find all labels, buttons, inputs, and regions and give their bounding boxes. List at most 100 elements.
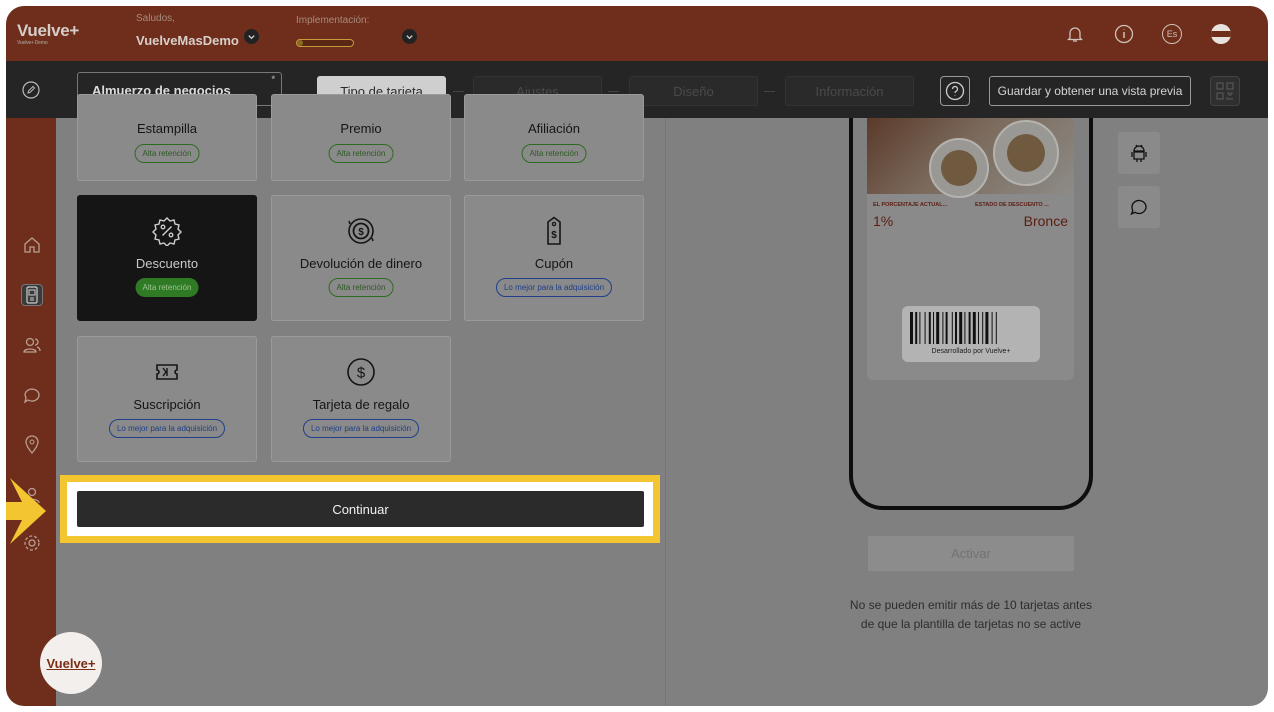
discount-icon: [78, 216, 256, 246]
barcode-bar: [995, 312, 997, 344]
chat-preview-button[interactable]: [1118, 186, 1160, 228]
implementation-progress-fill: [297, 40, 303, 46]
subscription-icon: [78, 357, 256, 387]
barcode-bar: [936, 312, 940, 344]
location-pin-icon: [25, 435, 39, 455]
card-type-prize[interactable]: Premio Alta retención: [271, 94, 451, 181]
sidebar: [6, 118, 56, 706]
card-type-title: Descuento: [135, 256, 199, 271]
user-avatar[interactable]: [1210, 23, 1232, 45]
step-design[interactable]: Diseño: [629, 76, 758, 106]
svg-text:$: $: [358, 227, 364, 238]
chevron-down-icon: [406, 35, 413, 40]
card-type-title: Afiliación: [527, 121, 581, 136]
card-type-badge: Lo mejor para la adquisición: [495, 278, 613, 297]
gift-card-icon: $: [272, 357, 450, 387]
card-type-badge: Alta retención: [135, 278, 199, 297]
sidebar-item-home[interactable]: [21, 234, 43, 256]
pass-field-value: 1%: [873, 213, 894, 229]
greeting-label: Saludos,: [136, 13, 175, 24]
step-information[interactable]: Información: [785, 76, 914, 106]
info-icon: [1114, 24, 1134, 44]
bell-icon: [1067, 27, 1083, 42]
pass-field-label: ESTADO DE DESCUENTO ...: [975, 202, 1049, 208]
pass-field-label: EL PORCENTAJE ACTUAL...: [873, 202, 948, 208]
barcode-bar: [964, 312, 966, 344]
chat-icon: [23, 388, 40, 404]
card-type-badge: Alta retención: [328, 278, 394, 297]
chevron-down-icon: [248, 35, 255, 40]
barcode-bar: [933, 312, 934, 344]
edit-button[interactable]: [22, 81, 40, 104]
avatar-image: [1211, 24, 1231, 44]
barcode-bar: [915, 312, 918, 344]
card-type-cashback[interactable]: $ Devolución de dinero Alta retención: [271, 195, 451, 321]
users-icon: [23, 337, 41, 353]
notifications-button[interactable]: [1064, 23, 1086, 45]
pointer-arrow-icon: [6, 478, 46, 544]
step-separator: [608, 91, 619, 92]
cashback-icon: $: [272, 216, 450, 246]
barcode-bar: [985, 312, 989, 344]
question-icon: [945, 81, 965, 101]
app-window: Vuelve+ Vuelve+ Demo Saludos, VuelveMasD…: [6, 6, 1268, 706]
barcode-bar: [972, 312, 976, 344]
barcode-bar: [945, 312, 948, 344]
card-type-badge: Lo mejor para la adquisición: [108, 419, 226, 438]
sidebar-item-customers[interactable]: [21, 334, 43, 356]
card-type-badge: Alta retención: [521, 144, 587, 163]
card-type-stamp[interactable]: Estampilla Alta retención: [77, 94, 257, 181]
barcode-bar: [955, 312, 957, 344]
card-type-membership[interactable]: Afiliación Alta retención: [464, 94, 644, 181]
account-name: VuelveMasDemo: [136, 33, 239, 48]
card-type-badge: Alta retención: [134, 144, 200, 163]
card-type-discount[interactable]: Descuento Alta retención: [77, 195, 257, 321]
card-type-subscription[interactable]: Suscripción Lo mejor para la adquisición: [77, 336, 257, 462]
barcode-caption: Desarrollado por Vuelve+: [931, 348, 1011, 355]
help-chat-logo[interactable]: Vuelve+: [40, 632, 102, 694]
speech-bubble-icon: [1130, 199, 1147, 216]
info-button[interactable]: [1113, 23, 1135, 45]
plate-food-shape: [941, 150, 977, 186]
step-separator: [453, 91, 464, 92]
barcode-bar: [951, 312, 953, 344]
qr-code-icon: [1216, 82, 1234, 100]
activate-button[interactable]: Activar: [868, 536, 1074, 571]
svg-text:$: $: [357, 365, 366, 382]
sidebar-item-locations[interactable]: [21, 434, 43, 456]
svg-text:$: $: [551, 230, 557, 241]
pencil-circle-icon: [22, 81, 40, 99]
top-bar: Vuelve+ Vuelve+ Demo Saludos, VuelveMasD…: [6, 6, 1268, 61]
barcode-bar: [924, 312, 926, 344]
android-icon: [1131, 144, 1147, 162]
barcode-bar: [968, 312, 971, 344]
account-dropdown-button[interactable]: [244, 29, 259, 44]
card-type-title: Cupón: [534, 256, 574, 271]
language-button[interactable]: Es: [1161, 23, 1183, 45]
save-preview-button[interactable]: Guardar y obtener una vista previa: [989, 76, 1191, 106]
android-preview-button[interactable]: [1118, 132, 1160, 174]
sidebar-item-cards[interactable]: [21, 284, 43, 306]
barcode-icon: [910, 312, 997, 344]
brand-logo[interactable]: Vuelve+ Vuelve+ Demo: [17, 21, 79, 46]
barcode-bar: [978, 312, 979, 344]
barcode-bar: [991, 312, 993, 344]
implementation-label: Implementación:: [296, 15, 370, 26]
qr-code-button[interactable]: [1210, 76, 1240, 106]
barcode-bar: [910, 312, 913, 344]
barcode: Desarrollado por Vuelve+: [902, 306, 1040, 362]
continue-button[interactable]: Continuar: [77, 491, 644, 527]
card-type-badge: Lo mejor para la adquisición: [302, 419, 420, 438]
sidebar-item-messages[interactable]: [21, 384, 43, 406]
card-type-gift-card[interactable]: $ Tarjeta de regalo Lo mejor para la adq…: [271, 336, 451, 462]
step-separator: [764, 91, 775, 92]
card-type-coupon[interactable]: $ Cupón Lo mejor para la adquisición: [464, 195, 644, 321]
card-type-title: Tarjeta de regalo: [312, 397, 410, 412]
card-device-icon: [26, 286, 38, 304]
implementation-dropdown-button[interactable]: [402, 29, 417, 44]
pass-hero-image: [867, 118, 1074, 198]
activate-note: No se pueden emitir más de 10 tarjetas a…: [849, 598, 1093, 631]
help-button[interactable]: [940, 76, 970, 106]
pass-preview: EL PORCENTAJE ACTUAL... 1% ESTADO DE DES…: [867, 118, 1074, 380]
card-type-title: Devolución de dinero: [299, 256, 423, 271]
